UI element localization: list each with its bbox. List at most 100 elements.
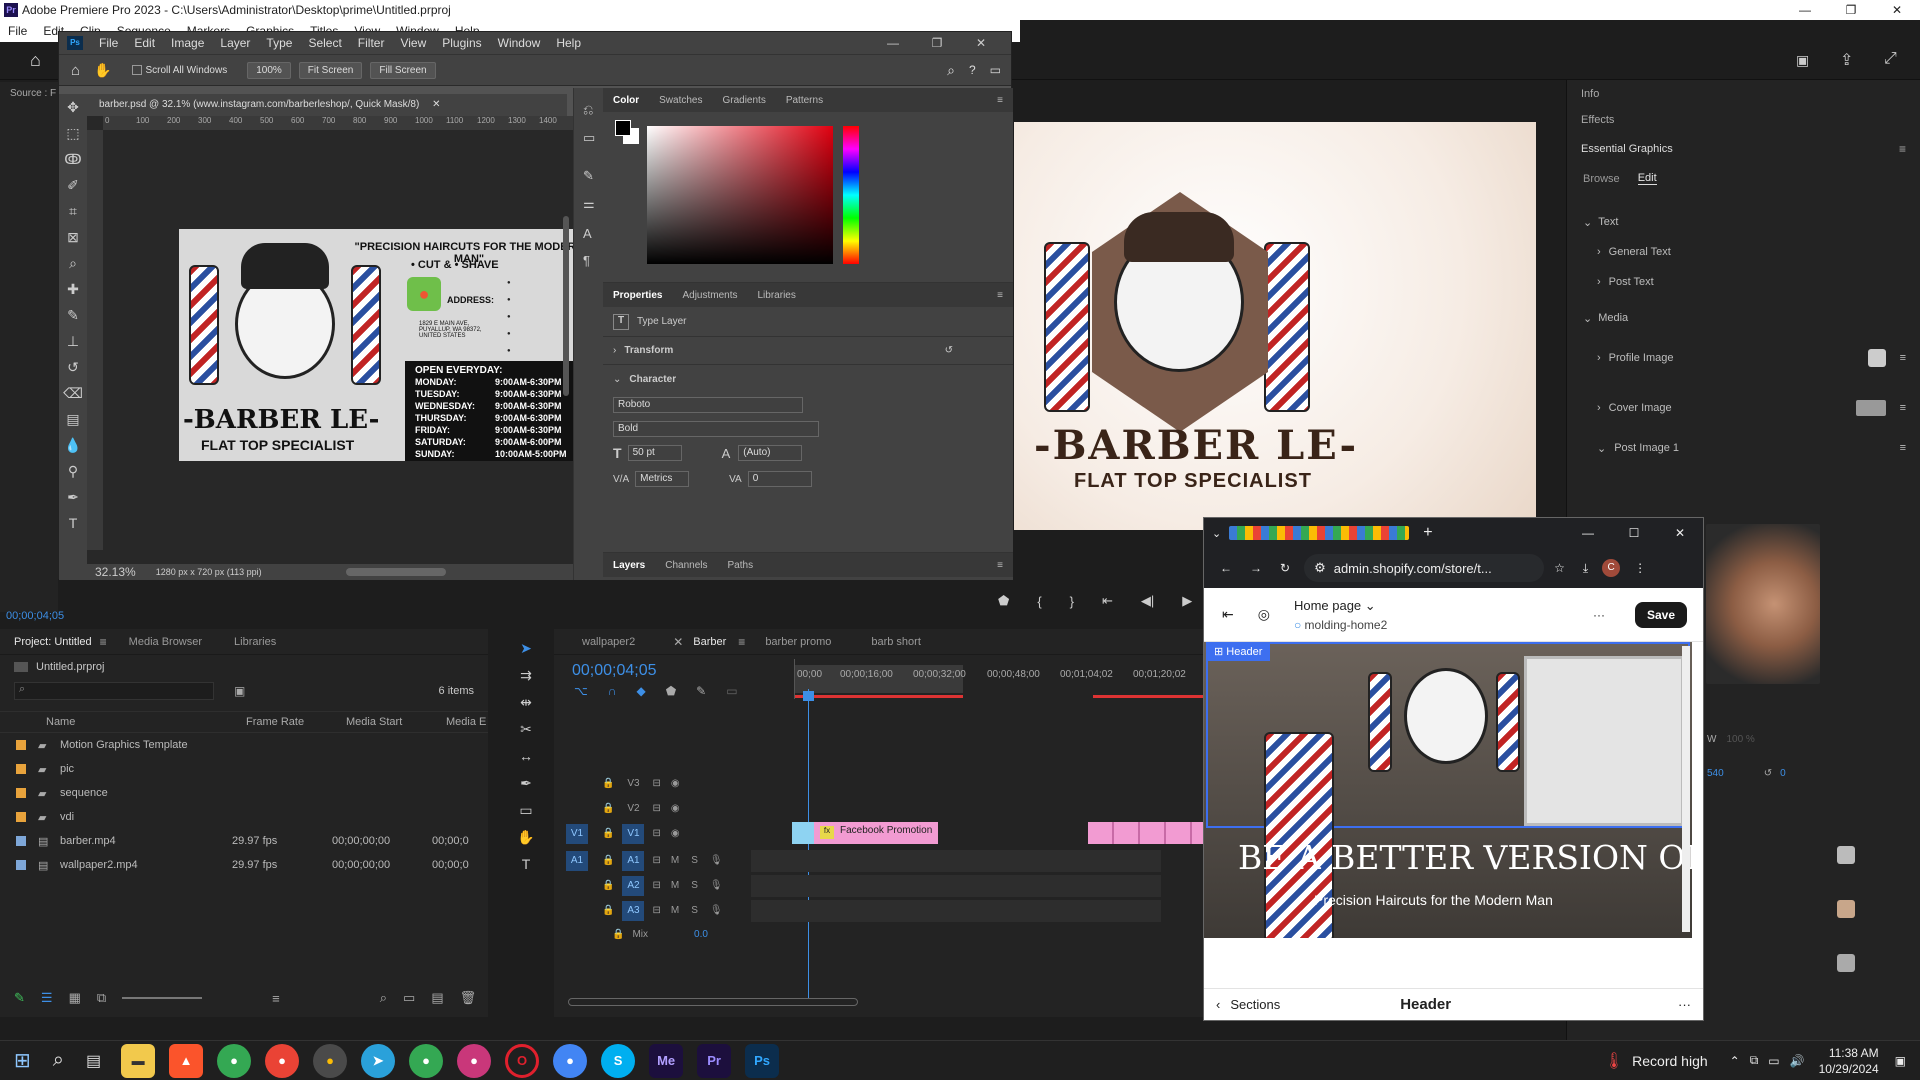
tab-paths[interactable]: Paths (728, 560, 754, 571)
ps-status-zoom[interactable]: 32.13% (95, 565, 136, 579)
clip-group-right[interactable] (1088, 822, 1204, 844)
track-label[interactable]: A3 (622, 900, 645, 921)
media-encoder-icon[interactable]: Me (649, 1043, 684, 1078)
tab-edit[interactable]: Edit (1637, 172, 1657, 185)
chrome-menu-icon[interactable]: ⋮ (1634, 561, 1646, 575)
eraser-icon[interactable]: ⌫ (59, 380, 87, 406)
panel-menu-icon[interactable]: ≡ (1899, 142, 1906, 156)
tab-layers[interactable]: Layers (613, 560, 645, 571)
tab-media-browser[interactable]: Media Browser (129, 636, 202, 648)
timeline-timecode[interactable]: 00;00;04;05 (572, 662, 657, 680)
tab-libraries[interactable]: Libraries (758, 290, 796, 301)
foreground-swatch[interactable] (615, 120, 631, 136)
lock-icon[interactable]: 🔒 (602, 880, 614, 891)
type-tool-icon[interactable]: T (504, 856, 548, 883)
eyedropper-icon[interactable]: ⌕ (59, 250, 87, 276)
source-patch[interactable]: A1 (566, 850, 588, 871)
chrome-close-icon[interactable]: ✕ (1657, 526, 1703, 540)
panel-menu-icon[interactable]: ≡ (997, 95, 1003, 106)
telegram-icon[interactable]: ➤ (361, 1043, 396, 1078)
chrome-icon[interactable]: ● (217, 1043, 252, 1078)
eye-icon[interactable]: ◉ (671, 803, 680, 814)
kerning-field[interactable]: Metrics (635, 471, 690, 487)
fullscreen-icon[interactable]: ⤢ (1884, 50, 1897, 68)
sections-more-icon[interactable]: ··· (1678, 997, 1691, 1012)
close-tab-icon[interactable]: ✕ (673, 635, 683, 649)
new-bin-footer-icon[interactable]: ▭ (403, 990, 415, 1006)
pencil-icon[interactable]: ✎ (14, 990, 25, 1006)
shopify-preview[interactable]: ⊞ Header BE A BETTER VERSION OF YOU! Pre… (1204, 642, 1692, 938)
header-badge[interactable]: ⊞ Header (1206, 642, 1271, 661)
panel-effects[interactable]: Effects (1581, 114, 1906, 126)
explorer-icon[interactable]: ▬ (121, 1043, 156, 1078)
tab-project[interactable]: Project: Untitled (14, 636, 92, 648)
color-picker-field[interactable] (647, 126, 833, 264)
back-icon[interactable]: ← (1220, 561, 1232, 575)
chrome-icon-6[interactable]: ● (553, 1043, 588, 1078)
character-section[interactable]: ⌄ Character (603, 365, 1013, 393)
playhead-handle[interactable] (803, 691, 814, 701)
ps-vscroll[interactable] (563, 216, 569, 396)
ps-close-icon[interactable]: ✕ (967, 36, 995, 50)
go-in-icon[interactable]: ⇤ (1102, 593, 1113, 609)
selection-tool-icon[interactable]: ➤ (504, 640, 548, 667)
wrench-icon[interactable]: ✎ (696, 684, 706, 698)
ps-menu-select[interactable]: Select (308, 36, 341, 50)
add-marker-icon[interactable]: ◆ (636, 684, 645, 698)
comment-icon[interactable]: ▭ (583, 130, 603, 146)
timeline-ruler[interactable]: 00;00 00;00;16;00 00;00;32;00 00;00;48;0… (794, 659, 1205, 699)
panel-essential-graphics[interactable]: Essential Graphics (1581, 143, 1673, 155)
project-row[interactable]: ▰ sequence (0, 781, 488, 805)
weather-text[interactable]: Record high (1632, 1053, 1708, 1069)
lock-icon[interactable]: 🔒 (602, 828, 614, 839)
ps-fill-screen-button[interactable]: Fill Screen (370, 61, 436, 79)
workspace-icon[interactable]: ▣ (1796, 52, 1809, 69)
solo-button[interactable]: S (691, 855, 698, 866)
cover-image-item[interactable]: › Cover Image ≡ (1567, 383, 1920, 433)
brush-tool-icon[interactable]: ✎ (59, 302, 87, 328)
audio-lane[interactable] (750, 849, 1161, 872)
chrome-minimize-icon[interactable]: — (1565, 526, 1611, 540)
lasso-tool-icon[interactable]: ↂ (59, 146, 87, 172)
panel-menu-icon[interactable]: ≡ (100, 635, 107, 649)
ps-scroll-all-checkbox[interactable] (131, 65, 142, 75)
forward-icon[interactable]: → (1250, 561, 1262, 575)
tab-search-icon[interactable]: ⌄ (1212, 527, 1221, 540)
ps-workspace-icon[interactable]: ▭ (990, 63, 1001, 77)
history-icon[interactable]: ⎌ (583, 102, 603, 118)
tray-chevron-icon[interactable]: ⌃ (1730, 1054, 1740, 1068)
play-icon[interactable]: ▶ (1182, 593, 1192, 609)
network-icon[interactable]: ⧉ (1750, 1053, 1759, 1068)
restore-icon[interactable]: ❐ (1828, 3, 1874, 17)
label-color-swatch[interactable] (16, 740, 26, 750)
font-family-select[interactable]: Roboto (613, 397, 803, 413)
new-tab-icon[interactable]: + (1423, 524, 1432, 542)
mute-button[interactable]: M (671, 905, 679, 916)
ps-minimize-icon[interactable]: — (879, 36, 907, 50)
stamp-tool-icon[interactable]: ⊥ (59, 328, 87, 354)
gradient-tool-icon[interactable]: ▤ (59, 406, 87, 432)
premiere-taskbar-icon[interactable]: Pr (697, 1043, 732, 1078)
text-group[interactable]: ⌄ Text (1567, 207, 1920, 237)
snap-icon[interactable]: ⌥ (574, 684, 588, 698)
video-track[interactable]: 🔒 V3 ⊟ ◉ (554, 771, 1204, 796)
marker-flag-icon[interactable]: ⬟ (666, 684, 676, 698)
leading-field[interactable]: (Auto) (738, 445, 803, 461)
volume-icon[interactable]: 🔊 (1790, 1054, 1805, 1068)
ps-doc-tab[interactable]: barber.psd @ 32.1% (www.instagram.com/ba… (87, 94, 567, 116)
rectangle-tool-icon[interactable]: ▭ (504, 802, 548, 829)
download-icon[interactable]: ⤓ (1583, 561, 1588, 576)
col-frame-rate[interactable]: Frame Rate (246, 716, 346, 728)
blur-tool-icon[interactable]: 💧 (59, 432, 87, 458)
razor-icon[interactable]: ✂ (504, 721, 548, 748)
share-icon[interactable]: ⇪ (1840, 50, 1853, 70)
tab-channels[interactable]: Channels (665, 560, 707, 571)
favicon-strip[interactable] (1229, 526, 1410, 540)
tab-libraries[interactable]: Libraries (234, 636, 276, 648)
chrome-maximize-icon[interactable]: ☐ (1611, 526, 1657, 540)
label-color-swatch[interactable] (16, 860, 26, 870)
post-text-item[interactable]: › Post Text (1567, 267, 1920, 297)
more-icon[interactable]: ··· (1593, 608, 1605, 622)
project-row[interactable]: ▰ vdi (0, 805, 488, 829)
w-value[interactable]: 100 % (1726, 734, 1754, 745)
